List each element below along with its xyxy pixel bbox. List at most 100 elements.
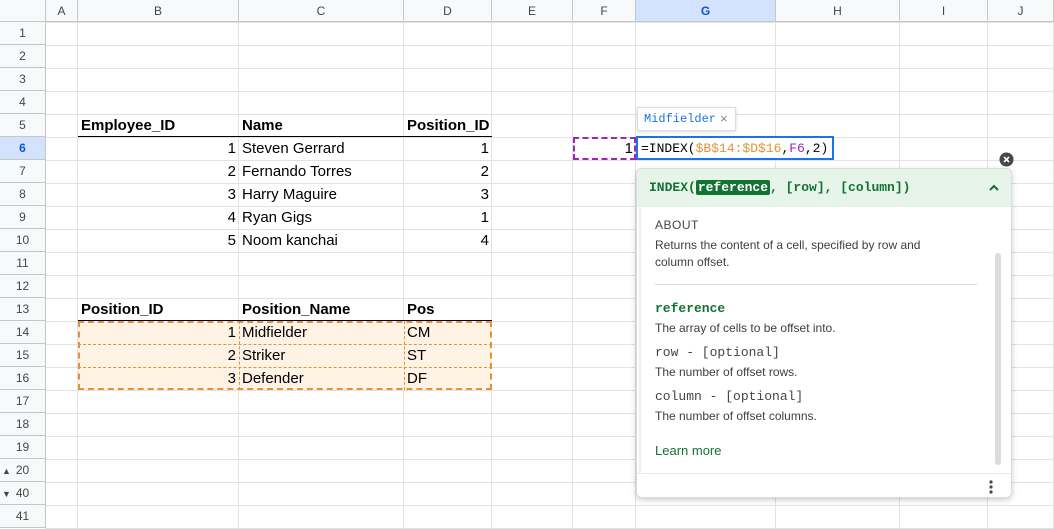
cell-c8[interactable]: Harry Maguire — [239, 183, 404, 206]
row-header-19[interactable]: 19 — [0, 436, 46, 459]
row-header-18[interactable]: 18 — [0, 413, 46, 436]
cell-b9[interactable]: 4 — [78, 206, 239, 229]
column-header-j[interactable]: J — [988, 0, 1054, 22]
row-header-41[interactable]: 41 — [0, 505, 46, 528]
preview-value: Midfielder — [644, 112, 717, 126]
cell-d8[interactable]: 3 — [404, 183, 492, 206]
preview-close-icon[interactable]: × — [720, 111, 728, 126]
row-header-7[interactable]: 7 — [0, 160, 46, 183]
row-gridline — [46, 22, 1054, 23]
column-gridline — [491, 22, 492, 529]
column-header-f[interactable]: F — [573, 0, 636, 22]
cell-c15[interactable]: Striker — [239, 344, 404, 367]
cell-c16[interactable]: Defender — [239, 367, 404, 390]
column-header-i[interactable]: I — [900, 0, 988, 22]
cell-d13[interactable]: Pos — [404, 298, 492, 321]
formula-cell-ref: F6 — [789, 141, 805, 156]
row-header-2[interactable]: 2 — [0, 45, 46, 68]
cell-c7[interactable]: Fernando Torres — [239, 160, 404, 183]
row-gridline — [46, 45, 1054, 46]
cell-b10[interactable]: 5 — [78, 229, 239, 252]
column-header-c[interactable]: C — [239, 0, 404, 22]
cell-c13[interactable]: Position_Name — [239, 298, 404, 321]
row-header-11[interactable]: 11 — [0, 252, 46, 275]
row-header-4[interactable]: 4 — [0, 91, 46, 114]
cell-d10[interactable]: 4 — [404, 229, 492, 252]
cell-c6[interactable]: Steven Gerrard — [239, 137, 404, 160]
help-footer — [637, 473, 1011, 497]
formula-comma: , — [804, 141, 813, 156]
row-gridline — [46, 91, 1054, 92]
column-gridline — [572, 22, 573, 529]
column-header-e[interactable]: E — [492, 0, 573, 22]
formula-cell-editor[interactable]: =INDEX($B$14:$D$16,F6,2) — [636, 136, 834, 160]
formula-range-ref: $B$14:$D$16 — [695, 141, 782, 156]
select-all-corner[interactable] — [0, 0, 46, 22]
learn-more-link[interactable]: Learn more — [655, 443, 721, 458]
cell-f6[interactable]: 1 — [573, 137, 636, 160]
result-preview-chip: Midfielder × — [637, 107, 736, 131]
cell-b5[interactable]: Employee_ID — [78, 114, 239, 137]
help-divider — [655, 284, 977, 285]
param-column-name: column - [optional] — [655, 389, 804, 404]
row-header-10[interactable]: 10 — [0, 229, 46, 252]
row-header-15[interactable]: 15 — [0, 344, 46, 367]
cell-c9[interactable]: Ryan Gigs — [239, 206, 404, 229]
expand-rows-down-icon[interactable]: ▼ — [2, 489, 11, 499]
header-row-border — [78, 136, 492, 137]
help-function-rest: , [row], [column]) — [770, 180, 911, 195]
header-row-border — [78, 320, 492, 321]
cell-d7[interactable]: 2 — [404, 160, 492, 183]
column-header-b[interactable]: B — [78, 0, 239, 22]
cell-b7[interactable]: 2 — [78, 160, 239, 183]
formula-suffix: ) — [820, 141, 829, 156]
collapse-chevron-icon[interactable] — [987, 181, 1001, 195]
column-header-a[interactable]: A — [46, 0, 78, 22]
row-header-3[interactable]: 3 — [0, 68, 46, 91]
row-header-17[interactable]: 17 — [0, 390, 46, 413]
param-row-name: row - [optional] — [655, 345, 780, 360]
cell-d16[interactable]: DF — [404, 367, 492, 390]
cell-b13[interactable]: Position_ID — [78, 298, 239, 321]
cell-d5[interactable]: Position_ID — [404, 114, 492, 137]
about-title: ABOUT — [655, 218, 699, 232]
cell-d6[interactable]: 1 — [404, 137, 492, 160]
cell-b15[interactable]: 2 — [78, 344, 239, 367]
column-header-d[interactable]: D — [404, 0, 492, 22]
cell-c14[interactable]: Midfielder — [239, 321, 404, 344]
row-header-1[interactable]: 1 — [0, 22, 46, 45]
help-current-param: reference — [695, 180, 771, 195]
row-header-8[interactable]: 8 — [0, 183, 46, 206]
param-column-desc: The number of offset columns. — [655, 409, 817, 423]
column-gridline — [403, 22, 404, 529]
cell-b6[interactable]: 1 — [78, 137, 239, 160]
param-reference-desc: The array of cells to be offset into. — [655, 321, 836, 335]
about-text: Returns the content of a cell, specified… — [655, 238, 921, 269]
column-header-h[interactable]: H — [776, 0, 900, 22]
cell-c5[interactable]: Name — [239, 114, 404, 137]
row-header-12[interactable]: 12 — [0, 275, 46, 298]
column-gridline — [238, 22, 239, 529]
cell-d15[interactable]: ST — [404, 344, 492, 367]
param-reference-name: reference — [655, 301, 726, 316]
close-help-icon[interactable] — [999, 152, 1014, 167]
column-header-g[interactable]: G — [636, 0, 776, 22]
cell-d14[interactable]: CM — [404, 321, 492, 344]
cell-b8[interactable]: 3 — [78, 183, 239, 206]
row-header-16[interactable]: 16 — [0, 367, 46, 390]
help-header[interactable]: INDEX(reference, [row], [column]) — [637, 169, 1011, 207]
expand-rows-up-icon[interactable]: ▲ — [2, 466, 11, 476]
cell-c10[interactable]: Noom kanchai — [239, 229, 404, 252]
row-header-5[interactable]: 5 — [0, 114, 46, 137]
help-scrollbar[interactable] — [995, 253, 1001, 465]
row-header-9[interactable]: 9 — [0, 206, 46, 229]
row-header-13[interactable]: 13 — [0, 298, 46, 321]
cell-d9[interactable]: 1 — [404, 206, 492, 229]
function-help-panel: INDEX(reference, [row], [column]) ABOUT … — [636, 168, 1012, 498]
cell-b14[interactable]: 1 — [78, 321, 239, 344]
formula-prefix: =INDEX( — [641, 141, 696, 156]
row-header-14[interactable]: 14 — [0, 321, 46, 344]
row-header-6[interactable]: 6 — [0, 137, 46, 160]
cell-b16[interactable]: 3 — [78, 367, 239, 390]
more-options-icon[interactable] — [987, 479, 995, 495]
